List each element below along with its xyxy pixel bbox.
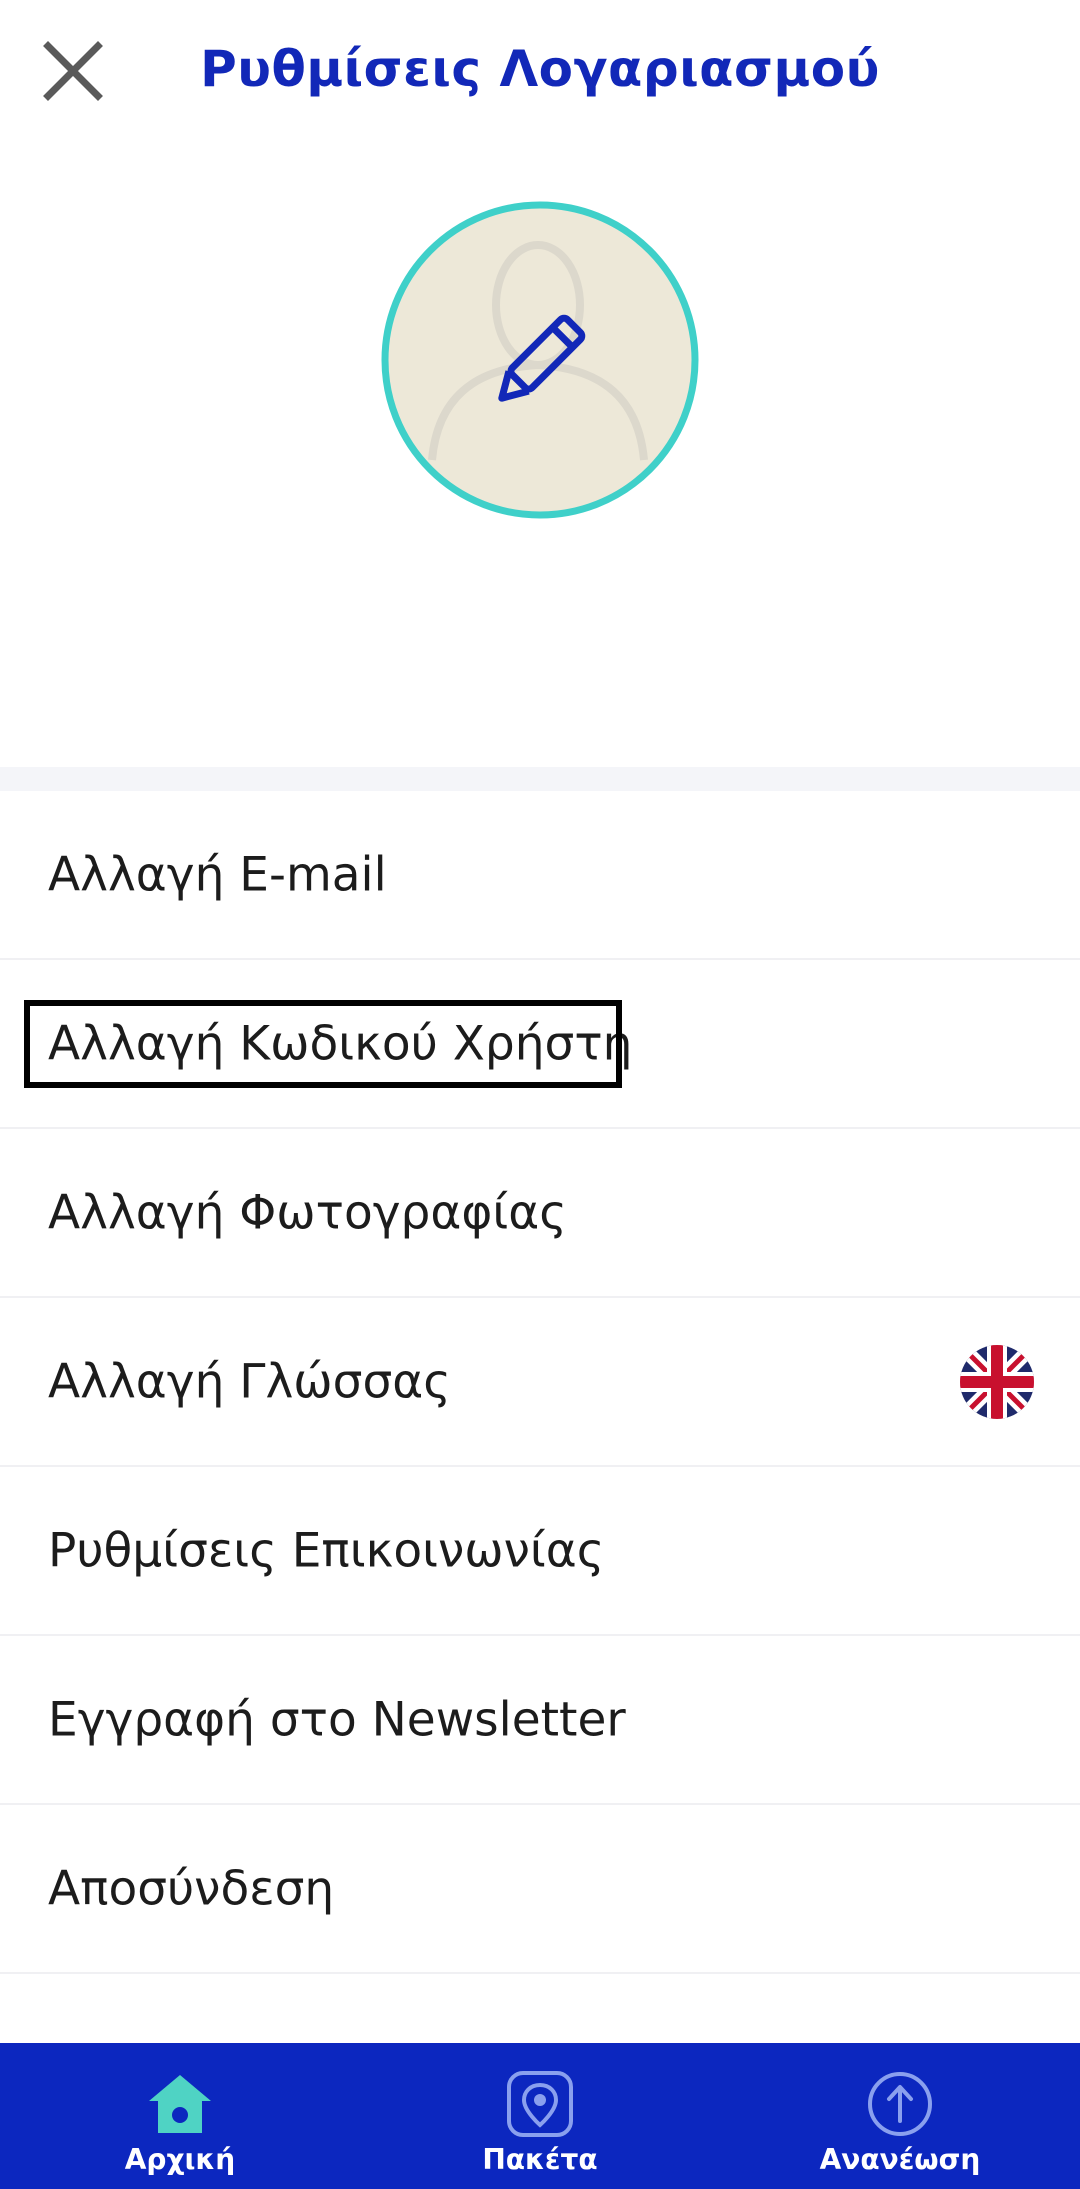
menu-item-label: Ρυθμίσεις Επικοινωνίας [48, 1523, 605, 1578]
tab-renewal[interactable]: Ανανέωση [720, 2043, 1080, 2189]
uk-flag-icon [960, 1344, 1034, 1419]
menu-item-change-email[interactable]: Αλλαγή E-mail [0, 791, 1080, 960]
menu-item-label: Αποσύνδεση [48, 1861, 335, 1916]
home-icon [149, 2075, 211, 2133]
tab-label: Ανανέωση [819, 2143, 981, 2176]
menu-item-communication-settings[interactable]: Ρυθμίσεις Επικοινωνίας [0, 1467, 1080, 1636]
section-divider [0, 767, 1080, 791]
location-pin-icon [507, 2071, 573, 2137]
tab-label: Αρχική [124, 2143, 236, 2176]
bottom-tab-bar: Αρχική Πακέτα Ανανέωση [0, 2043, 1080, 2189]
upload-arrow-icon [868, 2072, 932, 2136]
avatar-edit-button[interactable] [380, 200, 700, 520]
menu-item-label: Αλλαγή Κωδικού Χρήστη [48, 1016, 633, 1071]
menu-item-logout[interactable]: Αποσύνδεση [0, 1805, 1080, 1974]
page-title: Ρυθμίσεις Λογαριασμού [200, 40, 880, 98]
menu-item-change-language[interactable]: Αλλαγή Γλώσσας [0, 1298, 1080, 1467]
menu-item-change-password[interactable]: Αλλαγή Κωδικού Χρήστη [0, 960, 1080, 1129]
tab-home[interactable]: Αρχική [0, 2043, 360, 2189]
settings-menu: Αλλαγή E-mail Αλλαγή Κωδικού Χρήστη Αλλα… [0, 791, 1080, 1974]
menu-item-label: Αλλαγή E-mail [48, 847, 387, 902]
menu-item-label: Αλλαγή Φωτογραφίας [48, 1185, 567, 1240]
header: Ρυθμίσεις Λογαριασμού [0, 0, 1080, 150]
avatar [381, 201, 699, 519]
menu-item-newsletter[interactable]: Εγγραφή στο Newsletter [0, 1636, 1080, 1805]
menu-item-change-photo[interactable]: Αλλαγή Φωτογραφίας [0, 1129, 1080, 1298]
menu-item-label: Αλλαγή Γλώσσας [48, 1354, 451, 1409]
tab-packages[interactable]: Πακέτα [360, 2043, 720, 2189]
tab-label: Πακέτα [482, 2143, 598, 2176]
menu-item-label: Εγγραφή στο Newsletter [48, 1692, 626, 1747]
